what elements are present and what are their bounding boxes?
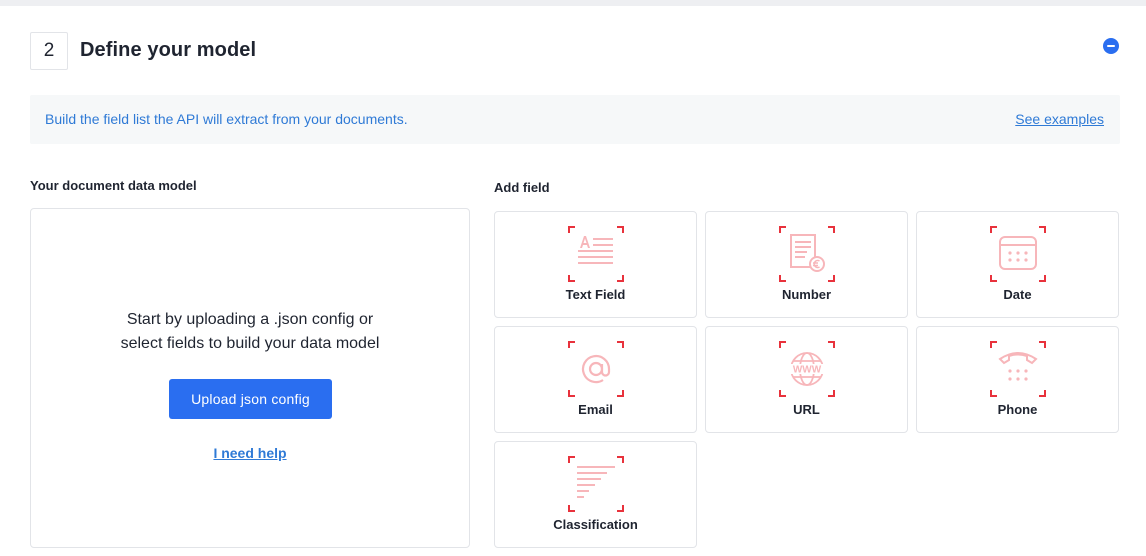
data-model-heading: Your document data model bbox=[30, 178, 197, 193]
classification-icon bbox=[568, 456, 624, 512]
field-card-number[interactable]: Number bbox=[705, 211, 908, 318]
need-help-link: I need help bbox=[31, 445, 469, 461]
collapse-button[interactable] bbox=[1103, 38, 1119, 54]
empty-state-message: Start by uploading a .json config or sel… bbox=[31, 308, 469, 356]
define-model-panel: 2 Define your model Build the field list… bbox=[0, 6, 1146, 556]
field-label-phone: Phone bbox=[997, 402, 1038, 417]
field-card-text-field[interactable]: Text Field bbox=[494, 211, 697, 318]
field-card-phone[interactable]: Phone bbox=[916, 326, 1119, 433]
phone-icon bbox=[990, 341, 1046, 397]
svg-text:WWW: WWW bbox=[793, 365, 822, 376]
field-label-url: URL bbox=[793, 402, 820, 417]
empty-state-line-2: select fields to build your data model bbox=[120, 335, 380, 352]
url-icon: WWW bbox=[779, 341, 835, 397]
email-icon bbox=[568, 341, 624, 397]
upload-json-button[interactable]: Upload json config bbox=[169, 379, 332, 419]
field-label-email: Email bbox=[578, 402, 613, 417]
banner-text: Build the field list the API will extrac… bbox=[45, 111, 408, 127]
field-label-number: Number bbox=[781, 287, 832, 302]
need-help-link-text[interactable]: I need help bbox=[213, 445, 286, 461]
date-icon bbox=[990, 226, 1046, 282]
minus-icon bbox=[1107, 45, 1115, 47]
number-icon bbox=[779, 226, 835, 282]
field-label-date: Date bbox=[1003, 287, 1032, 302]
field-card-classification[interactable]: Classification bbox=[494, 441, 697, 548]
text-field-icon bbox=[568, 226, 624, 282]
info-banner: Build the field list the API will extrac… bbox=[30, 95, 1120, 144]
step-title: Define your model bbox=[80, 39, 257, 61]
see-examples-link[interactable]: See examples bbox=[1015, 111, 1104, 127]
field-label-text-field: Text Field bbox=[565, 287, 626, 302]
data-model-box: Start by uploading a .json config or sel… bbox=[30, 208, 470, 548]
step-number: 2 bbox=[30, 32, 68, 70]
field-label-classification: Classification bbox=[553, 517, 638, 532]
field-card-url[interactable]: WWW URL bbox=[705, 326, 908, 433]
add-field-heading: Add field bbox=[494, 180, 550, 195]
empty-state-line-1: Start by uploading a .json config or bbox=[126, 311, 374, 328]
field-card-date[interactable]: Date bbox=[916, 211, 1119, 318]
field-card-email[interactable]: Email bbox=[494, 326, 697, 433]
